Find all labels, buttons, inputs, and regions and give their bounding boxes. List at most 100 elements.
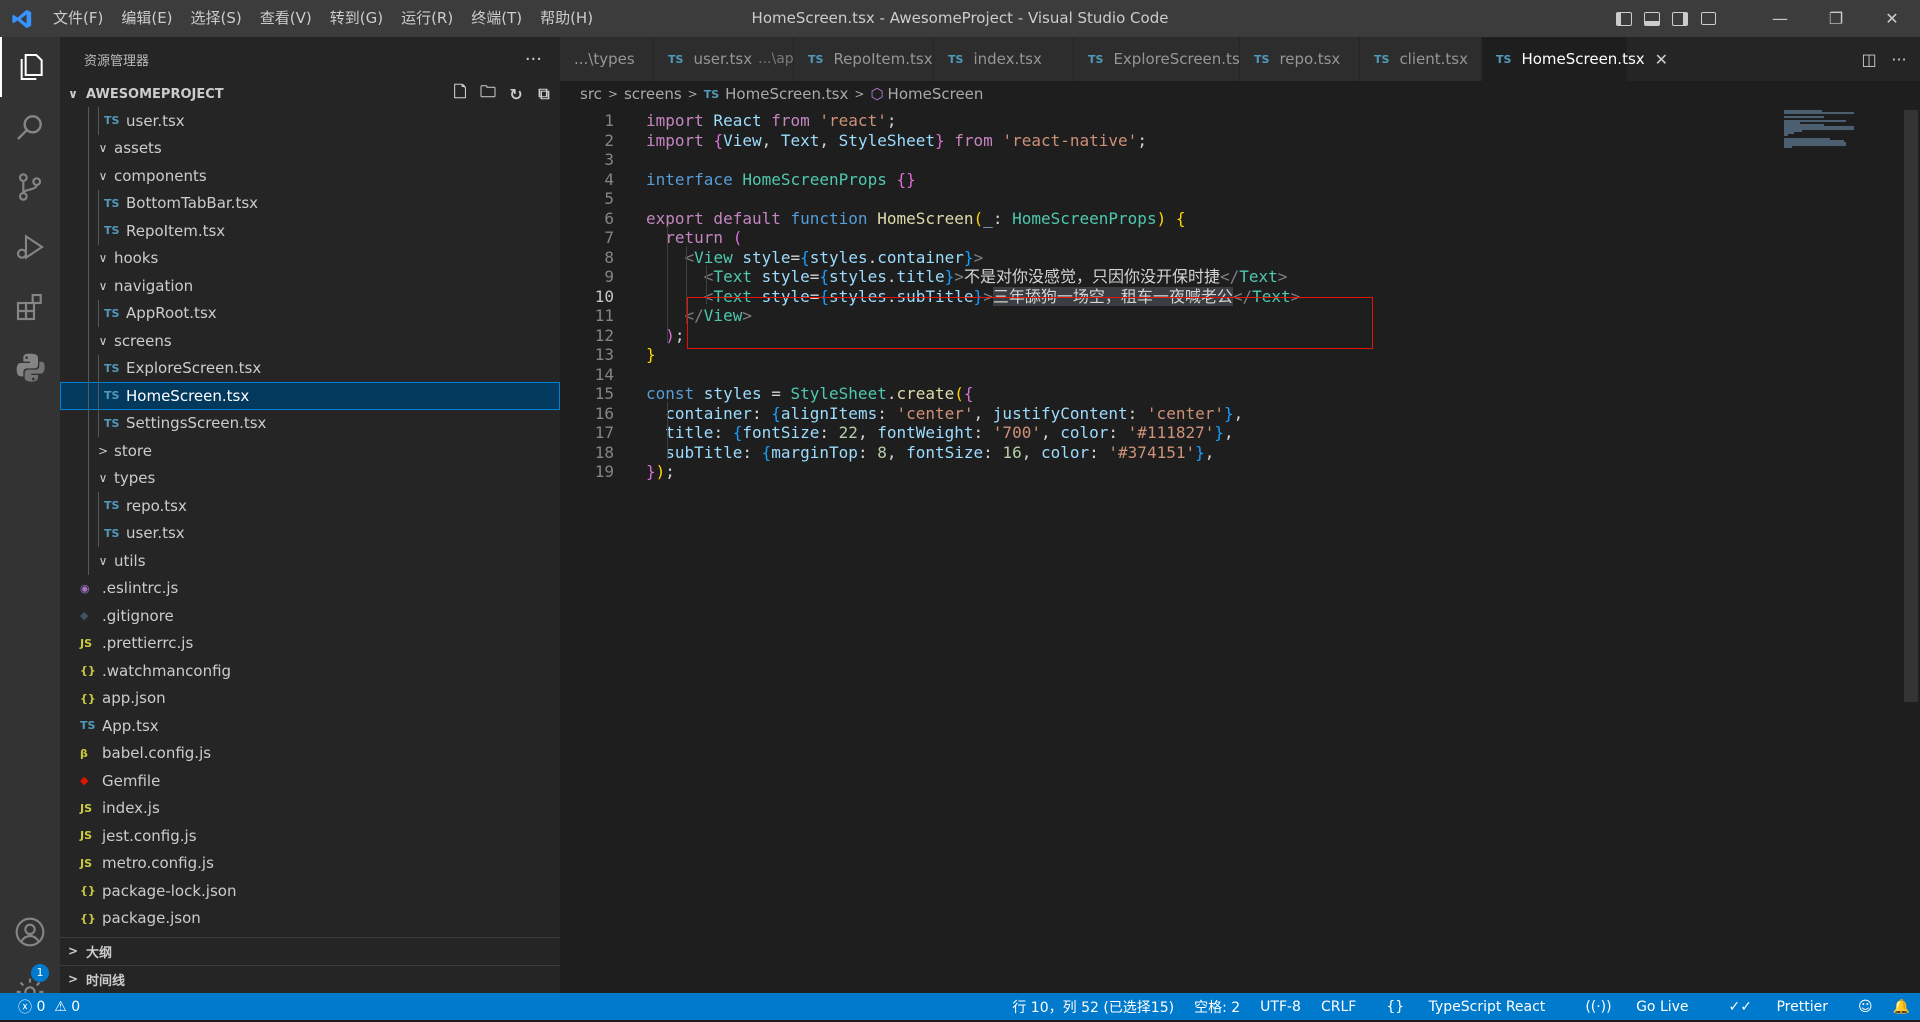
more-actions-icon[interactable]: ··· <box>1884 50 1914 69</box>
customize-layout-icon[interactable] <box>1694 0 1722 37</box>
menu-item[interactable]: 帮助(H) <box>531 0 602 37</box>
tree-file[interactable]: TS BottomTabBar.tsx <box>60 189 560 217</box>
tree-folder[interactable]: ∨ assets <box>60 134 560 162</box>
editor-tab[interactable]: TS repo.tsx <box>1240 37 1360 81</box>
explorer-icon[interactable] <box>0 37 60 97</box>
minimize-button[interactable]: — <box>1752 0 1808 37</box>
cursor-position[interactable]: 行 10，列 52 (已选择15) <box>1002 997 1184 1017</box>
tree-file[interactable]: TS ExploreScreen.tsx <box>60 354 560 382</box>
editor-tab[interactable]: TS client.tsx <box>1360 37 1482 81</box>
tree-file[interactable]: {} .watchmanconfig <box>60 657 560 685</box>
notifications-bell-icon[interactable]: 🔔 <box>1883 999 1920 1015</box>
tree-file[interactable]: JS metro.config.js <box>60 850 560 878</box>
restore-button[interactable]: ❐ <box>1808 0 1864 37</box>
collapse-all-icon[interactable]: ⧉ <box>534 84 554 104</box>
babel-file-icon: β <box>80 746 88 760</box>
editor-tab[interactable]: ...\types <box>560 37 654 81</box>
tree-file[interactable]: {} package-lock.json <box>60 877 560 905</box>
explorer-more-actions-icon[interactable]: ··· <box>525 49 542 70</box>
tree-file[interactable]: TS RepoItem.tsx <box>60 217 560 245</box>
code-token: React <box>703 111 772 130</box>
close-window-button[interactable]: ✕ <box>1864 0 1920 37</box>
editor-tab[interactable]: TS user.tsx ...\api <box>654 37 798 81</box>
code-line: 19}); <box>560 460 1900 484</box>
go-live-button[interactable]: ((·)) Go Live <box>1565 999 1708 1015</box>
minimap[interactable] <box>1780 107 1900 148</box>
encoding[interactable]: UTF-8 <box>1250 999 1311 1015</box>
file-tree: TS user.tsx ∨ assets ∨ components TS BottomTabB… <box>60 107 560 932</box>
code-token: : <box>1089 442 1109 462</box>
new-folder-icon[interactable]: 🗀 <box>478 81 498 108</box>
menu-item[interactable]: 运行(R) <box>392 0 462 37</box>
tree-file[interactable]: β babel.config.js <box>60 740 560 768</box>
tree-file[interactable]: JS jest.config.js <box>60 822 560 850</box>
tab-active[interactable]: TS HomeScreen.tsx ✕ <box>1482 37 1668 81</box>
code-token: ; <box>674 325 685 345</box>
breadcrumb-file[interactable]: HomeScreen.tsx <box>725 85 848 103</box>
split-editor-icon[interactable]: ◫ <box>1854 50 1884 69</box>
menu-item[interactable]: 选择(S) <box>182 0 251 37</box>
tree-file[interactable]: JS index.js <box>60 795 560 823</box>
source-control-icon[interactable] <box>0 157 60 217</box>
prettier-button[interactable]: ✓✓ Prettier <box>1709 999 1848 1015</box>
toggle-secondary-sidebar-icon[interactable] <box>1666 0 1694 37</box>
tree-file[interactable]: TS App.tsx <box>60 712 560 740</box>
menu-item[interactable]: 终端(T) <box>462 0 531 37</box>
tree-file[interactable]: TS AppRoot.tsx <box>60 299 560 327</box>
menu-item[interactable]: 编辑(E) <box>112 0 181 37</box>
vscode-logo-icon <box>0 0 44 37</box>
menu-item[interactable]: 文件(F) <box>44 0 112 37</box>
tree-item-label: metro.config.js <box>102 854 214 873</box>
new-file-icon[interactable]: 🗋 <box>450 81 470 108</box>
line-ending[interactable]: CRLF <box>1311 999 1366 1015</box>
tree-item-label: .gitignore <box>102 606 174 625</box>
breadcrumb-symbol[interactable]: HomeScreen <box>888 85 984 103</box>
tree-folder[interactable]: ∨ components <box>60 162 560 190</box>
tree-folder[interactable]: ∨ types <box>60 464 560 492</box>
tree-file[interactable]: ◆ Gemfile <box>60 767 560 795</box>
menu-item[interactable]: 转到(G) <box>321 0 392 37</box>
breadcrumb-screens[interactable]: screens <box>624 85 682 103</box>
tree-folder[interactable]: ∨ utils <box>60 547 560 575</box>
python-icon[interactable] <box>0 337 60 397</box>
editor-tab[interactable]: TS index.tsx <box>934 37 1074 81</box>
tree-file[interactable]: TS SettingsScreen.tsx <box>60 409 560 437</box>
tree-folder[interactable]: > store <box>60 437 560 465</box>
problems-indicator[interactable]: ⓧ 0 ⚠ 0 <box>0 997 80 1017</box>
search-icon[interactable] <box>0 97 60 157</box>
feedback-icon[interactable]: ☺ <box>1848 999 1883 1015</box>
tree-file[interactable]: JS .prettierrc.js <box>60 630 560 658</box>
outline-section[interactable]: > 大纲 <box>60 937 560 964</box>
indentation[interactable]: 空格: 2 <box>1184 997 1250 1017</box>
tree-file[interactable]: {} app.json <box>60 685 560 713</box>
breadcrumb-src[interactable]: src <box>580 85 602 103</box>
tree-folder[interactable]: ∨ screens <box>60 327 560 355</box>
toggle-panel-icon[interactable] <box>1638 0 1666 37</box>
close-tab-icon[interactable]: ✕ <box>1655 50 1668 69</box>
code-token: fontSize <box>906 442 984 462</box>
tree-file[interactable]: TS user.tsx <box>60 107 560 135</box>
code-editor[interactable]: 1 import React from 'react'; 2 import {View… <box>560 107 1920 993</box>
tree-file[interactable]: {} package.json <box>60 905 560 933</box>
tree-file[interactable]: TS repo.tsx <box>60 492 560 520</box>
tree-file[interactable]: TS user.tsx <box>60 519 560 547</box>
code-token: '#374151' <box>1108 442 1196 462</box>
project-section-header[interactable]: ∨ AWESOMEPROJECT 🗋 🗀 ↻ ⧉ <box>60 81 560 107</box>
refresh-icon[interactable]: ↻ <box>506 85 526 104</box>
tree-file[interactable]: ◉ .eslintrc.js <box>60 575 560 603</box>
tree-file[interactable]: ◆ .gitignore <box>60 602 560 630</box>
tree-folder[interactable]: ∨ hooks <box>60 244 560 272</box>
code-token: { <box>1166 208 1186 228</box>
tree-folder[interactable]: ∨ navigation <box>60 272 560 300</box>
run-debug-icon[interactable] <box>0 217 60 277</box>
accounts-icon[interactable] <box>0 902 60 962</box>
editor-tab[interactable]: TS RepoItem.tsx <box>794 37 934 81</box>
language-mode[interactable]: {} TypeScript React <box>1366 999 1565 1015</box>
timeline-section[interactable]: > 时间线 <box>60 965 560 992</box>
tree-file[interactable]: TS HomeScreen.tsx <box>60 382 560 410</box>
toggle-primary-sidebar-icon[interactable] <box>1610 0 1638 37</box>
editor-scrollbar[interactable] <box>1904 110 1918 702</box>
menu-item[interactable]: 查看(V) <box>251 0 321 37</box>
extensions-icon[interactable] <box>0 277 60 337</box>
editor-tab[interactable]: TS ExploreScreen.tsx <box>1074 37 1249 81</box>
